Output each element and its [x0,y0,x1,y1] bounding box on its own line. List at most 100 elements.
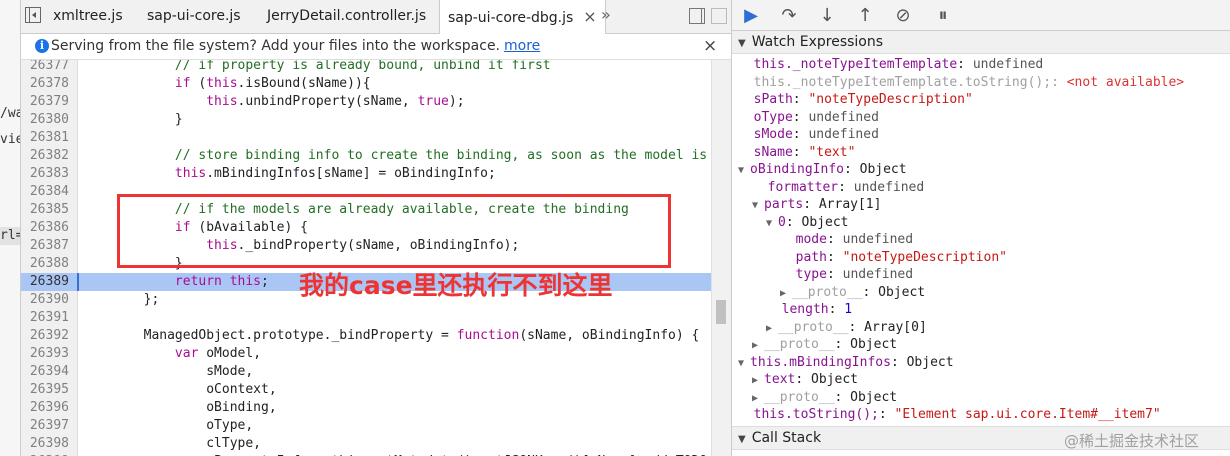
pause-on-exceptions-icon[interactable]: ⏸ [932,5,954,27]
line-number[interactable]: 26378 [21,75,69,93]
watch-entry[interactable]: ▶ __proto__: Object [752,389,897,406]
collapse-triangle-icon[interactable]: ▼ [738,358,750,369]
watch-token: : Array[1] [803,197,882,212]
line-number[interactable]: 26394 [21,363,69,381]
collapse-triangle-icon[interactable]: ▼ [766,218,778,229]
watch-token: 0 [778,214,786,230]
collapse-triangle-icon[interactable]: ▼ [738,165,750,176]
tab-sap-ui-core[interactable]: sap-ui-core.js [139,0,249,33]
code-token: .unbindProperty(sName, [237,94,418,109]
line-number[interactable]: 26384 [21,183,69,201]
line-number[interactable]: 26377 [21,60,69,75]
tab-jerry-detail-controller[interactable]: JerryDetail.controller.js [259,0,434,33]
line-number[interactable]: 26387 [21,237,69,255]
watch-token: oBindingInfo [750,162,844,177]
watch-token: sPath [753,92,793,107]
watch-entry[interactable]: ▶ text: Object [752,371,858,388]
code-token: } [81,256,183,271]
watch-token: : [792,92,809,107]
tab-overflow-icon[interactable]: » [601,0,611,30]
line-number[interactable]: 26392 [21,327,69,345]
watch-entry: type: undefined [780,266,913,283]
line-number[interactable]: 26382 [21,147,69,165]
code-token: // store binding info to create the bind… [81,148,708,163]
watch-token: : Object [862,284,926,300]
watch-token: : [838,179,854,195]
watch-entry[interactable]: ▶ __proto__: Array[0] [766,319,927,336]
code-line: 26385 // if the models are already avail… [21,201,711,219]
toggle-navigator-icon[interactable] [25,7,41,23]
code-token: this [81,166,207,181]
line-number[interactable]: 26388 [21,255,69,273]
scrollbar-thumb[interactable] [716,300,726,324]
line-number[interactable]: 26380 [21,111,69,129]
watch-entry[interactable]: ▼ parts: Array[1] [752,196,881,213]
line-number[interactable]: 26381 [21,129,69,147]
code-token: .mBindingInfos[sName] = oBindingInfo; [206,166,496,181]
code-line: 26379 this.unbindProperty(sName, true); [21,93,711,111]
watch-entry[interactable]: ▼ this.mBindingInfos: Object [738,354,954,371]
watch-token: undefined [808,109,879,125]
code-token: function [456,328,520,343]
line-number[interactable]: 26390 [21,291,69,309]
line-number[interactable]: 26395 [21,381,69,399]
line-number[interactable]: 26391 [21,309,69,327]
expand-triangle-icon[interactable]: ▶ [752,340,764,351]
step-out-icon[interactable]: ↑ [854,5,876,27]
line-number[interactable]: 26389 [21,273,69,291]
watch-entry[interactable]: ▼ oBindingInfo: Object [738,161,907,178]
code-token: sMode, [81,364,254,379]
expand-triangle-icon[interactable]: ▶ [780,288,792,299]
watch-token: : [792,144,809,160]
code-text: } [81,255,183,273]
watch-token: : [826,249,843,265]
close-icon[interactable]: × [583,7,596,26]
collapse-triangle-icon[interactable]: ▼ [752,200,764,211]
code-text: } [81,111,183,129]
code-line: 26397 oType, [21,417,711,435]
expand-triangle-icon[interactable]: ▶ [752,393,764,404]
watch-token: sMode [753,127,793,142]
watch-entry[interactable]: ▶ __proto__: Object [780,284,925,301]
toggle-debugger-icon[interactable] [689,8,705,24]
line-number[interactable]: 26386 [21,219,69,237]
watch-token: : [792,109,809,125]
code-text: sMode, [81,363,253,381]
line-number[interactable]: 26396 [21,399,69,417]
code-token: this [81,94,238,109]
step-into-icon[interactable]: ↓ [816,5,838,27]
line-number[interactable]: 26383 [21,165,69,183]
code-line: 26391 [21,309,711,327]
deactivate-breakpoints-icon[interactable]: ⊘ [892,5,914,27]
line-number[interactable]: 26397 [21,417,69,435]
watch-entry[interactable]: ▼ 0: Object [766,214,849,231]
line-number[interactable]: 26398 [21,435,69,453]
code-token: oBinding, [81,400,277,415]
expand-triangle-icon[interactable]: ▶ [752,375,764,386]
line-number[interactable]: 26385 [21,201,69,219]
watch-entry[interactable]: ▶ __proto__: Object [752,336,897,353]
code-text: // if property is already bound, unbind … [81,60,551,75]
split-view-icon[interactable] [711,8,727,24]
editor-scrollbar[interactable] [711,60,732,456]
tab-label: JerryDetail.controller.js [267,8,427,24]
line-number[interactable]: 26393 [21,345,69,363]
code-line: 26392 ManagedObject.prototype._bindPrope… [21,327,711,345]
watch-entry: sName: "text" [738,144,856,161]
code-area[interactable]: 26377 // if property is already bound, u… [21,60,711,456]
step-over-icon[interactable]: ↷ [778,5,800,27]
tab-sap-ui-core-dbg[interactable]: sap-ui-core-dbg.js × [439,0,606,34]
code-token: ._bindProperty(sName, oBindingInfo); [237,238,520,253]
more-link[interactable]: more [504,38,540,54]
expand-triangle-icon: ▼ [738,38,746,49]
close-icon[interactable]: × [703,36,717,56]
tab-xmltree[interactable]: xmltree.js [45,0,131,33]
line-number[interactable]: 26379 [21,93,69,111]
expand-triangle-icon[interactable]: ▶ [766,323,778,334]
resume-icon[interactable]: ▶ [740,5,762,27]
watch-expressions-header[interactable]: ▼ Watch Expressions [732,31,1230,54]
code-text: // store binding info to create the bind… [81,147,707,165]
